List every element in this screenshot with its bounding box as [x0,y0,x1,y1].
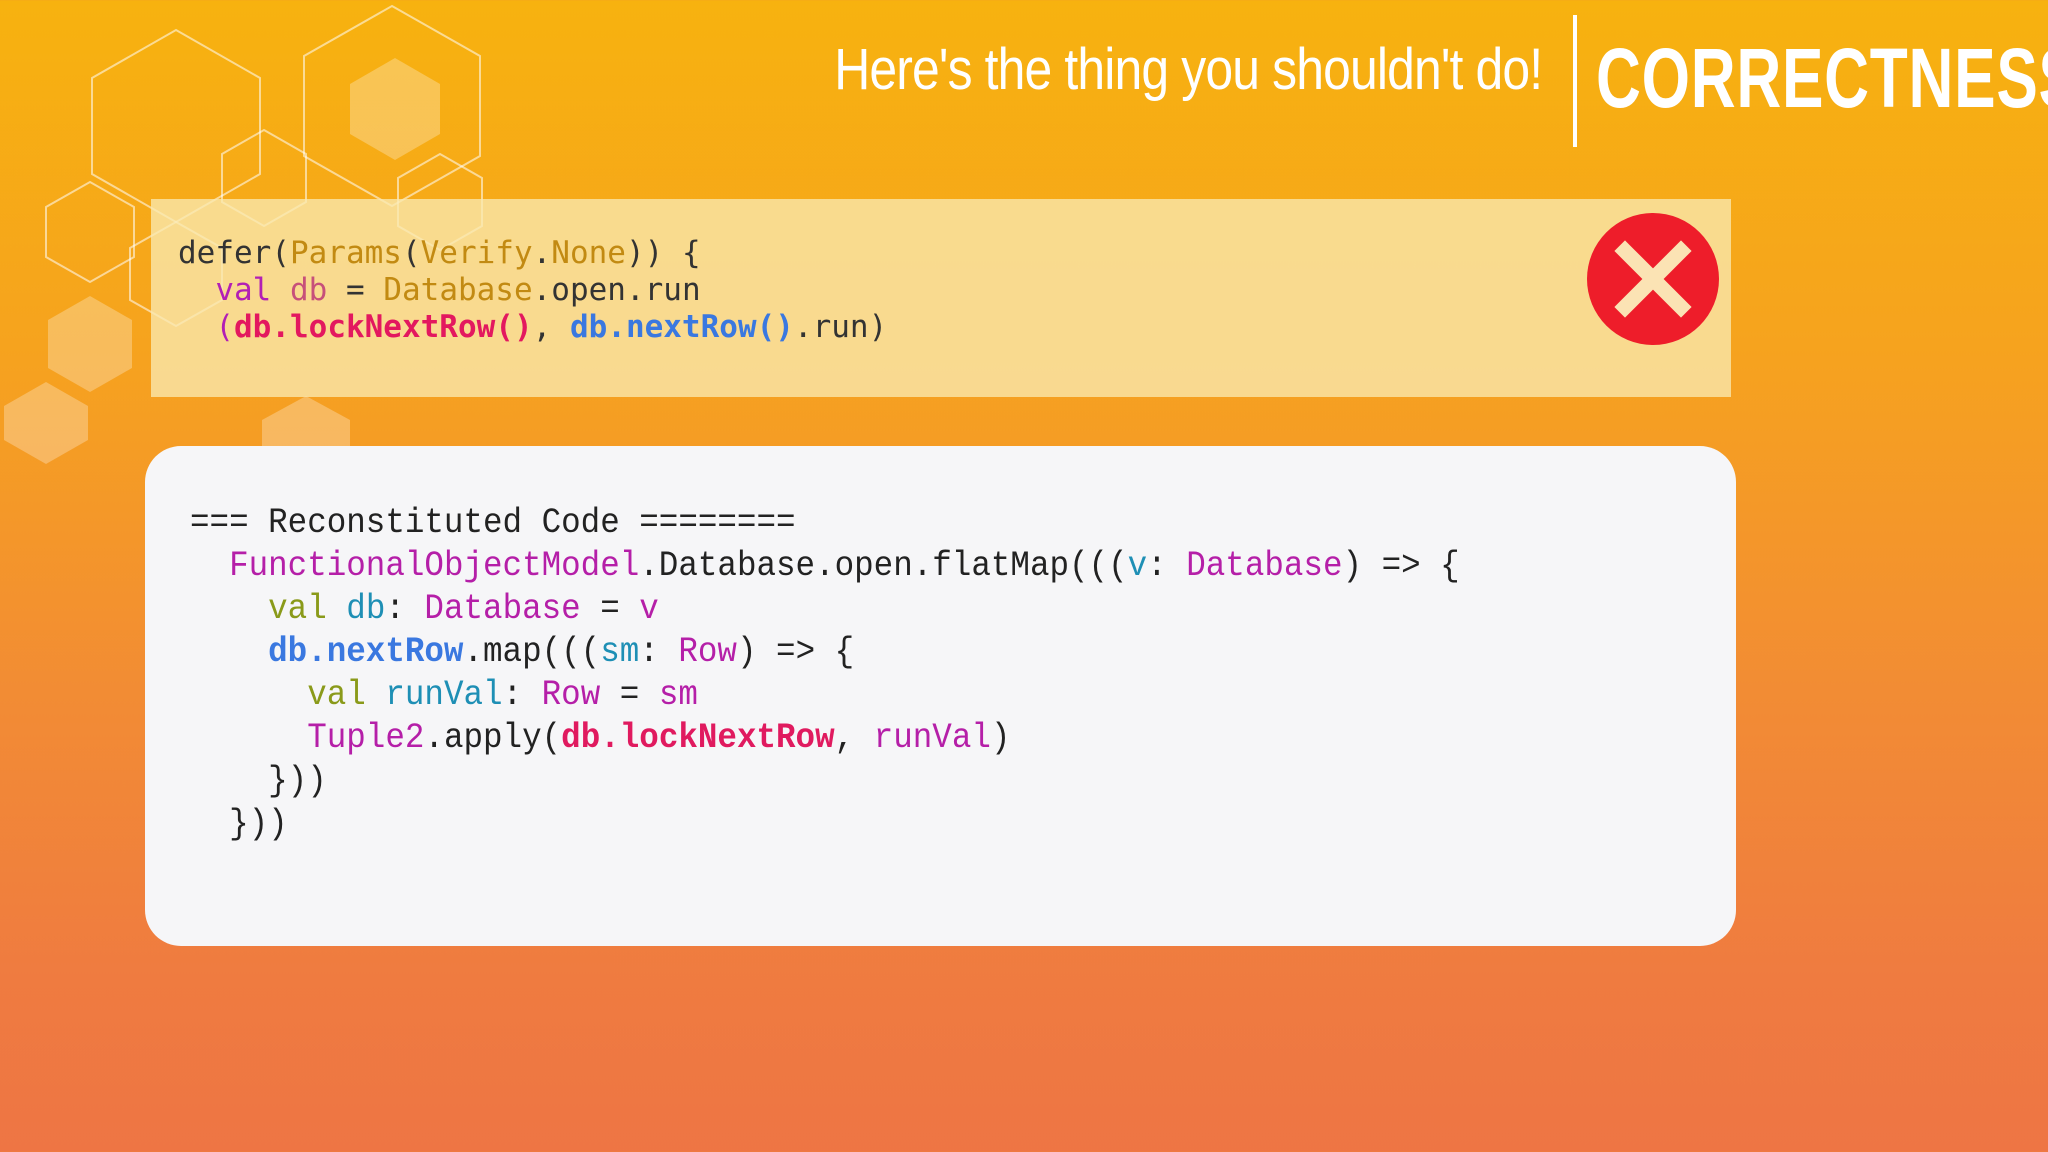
code-token: )) { [625,235,701,271]
code-token: .map((( [463,632,601,672]
code-token: , [532,309,570,345]
reconstituted-code-panel: === Reconstituted Code ======== Function… [145,446,1736,946]
code-line: })) [190,804,288,844]
code-token: Database [424,589,581,629]
code-token: .run) [793,309,888,345]
header-divider [1573,15,1577,147]
reconstituted-code-block: === Reconstituted Code ======== Function… [190,502,1460,846]
code-token: = [600,675,659,715]
code-token: None [551,235,626,271]
header-title: Here's the thing you shouldn't do! [833,37,1543,102]
code-token: . [532,235,552,271]
code-line: val db: Database = v [190,588,1460,631]
code-token: : [502,675,542,715]
error-badge [1587,213,1719,345]
code-token: ( [215,309,234,345]
code-token: db [290,272,328,308]
code-token: : [385,589,425,629]
code-token: Verify [420,235,533,271]
code-line: val runVal: Row = sm [190,674,1460,717]
code-token: v [639,589,659,629]
code-token: ) [990,718,1011,758]
code-line: (db.lockNextRow(), db.nextRow().run) [178,309,887,346]
code-line: db.nextRow.map(((sm: Row) => { [190,631,1460,674]
code-token: val [307,675,366,715]
code-token: defer( [178,235,290,271]
code-token: runVal [385,675,503,715]
code-token: db.nextRow [268,632,464,672]
code-line: val db = Database.open.run [178,272,887,309]
code-token: .open.run [532,272,701,308]
close-icon [1614,240,1692,318]
code-token: , [834,718,874,758]
code-token: db.lockNextRow [561,718,835,758]
code-token: .apply( [424,718,562,758]
code-line: })) [190,761,327,801]
code-token: sm [658,675,698,715]
code-token: FunctionalObjectModel [229,546,640,586]
code-token: ( [401,235,421,271]
code-line: === Reconstituted Code ======== [190,503,796,543]
code-token: .Database.open.flatMap((( [639,546,1128,586]
code-token: Row [541,675,601,715]
code-token: ) => { [736,632,855,672]
code-token: val [215,272,272,308]
code-token: db.lockNextRow() [234,309,533,345]
code-token: val [268,589,327,629]
code-token: runVal [873,718,991,758]
code-line: FunctionalObjectModel.Database.open.flat… [190,545,1460,588]
code-token: Tuple2 [307,718,425,758]
code-token: db.nextRow() [569,309,794,345]
code-token: v [1127,546,1148,586]
code-token: db [346,589,386,629]
code-token: Database [1186,546,1343,586]
code-token: : [639,632,679,672]
bad-code-block: defer(Params(Verify.None)) { val db = Da… [178,235,887,346]
section-label: CORRECTNESS [1596,31,2048,125]
bad-code-panel: defer(Params(Verify.None)) { val db = Da… [151,199,1731,397]
code-line: defer(Params(Verify.None)) { [178,235,887,272]
code-token: = [580,589,640,629]
code-token: sm [600,632,640,672]
code-token: ) => { [1342,546,1460,586]
code-token: = [327,272,384,308]
code-token: Row [678,632,737,672]
code-token: Params [289,235,402,271]
code-token: Database [383,272,533,308]
code-line: Tuple2.apply(db.lockNextRow, runVal) [190,717,1460,760]
code-token: : [1147,546,1187,586]
